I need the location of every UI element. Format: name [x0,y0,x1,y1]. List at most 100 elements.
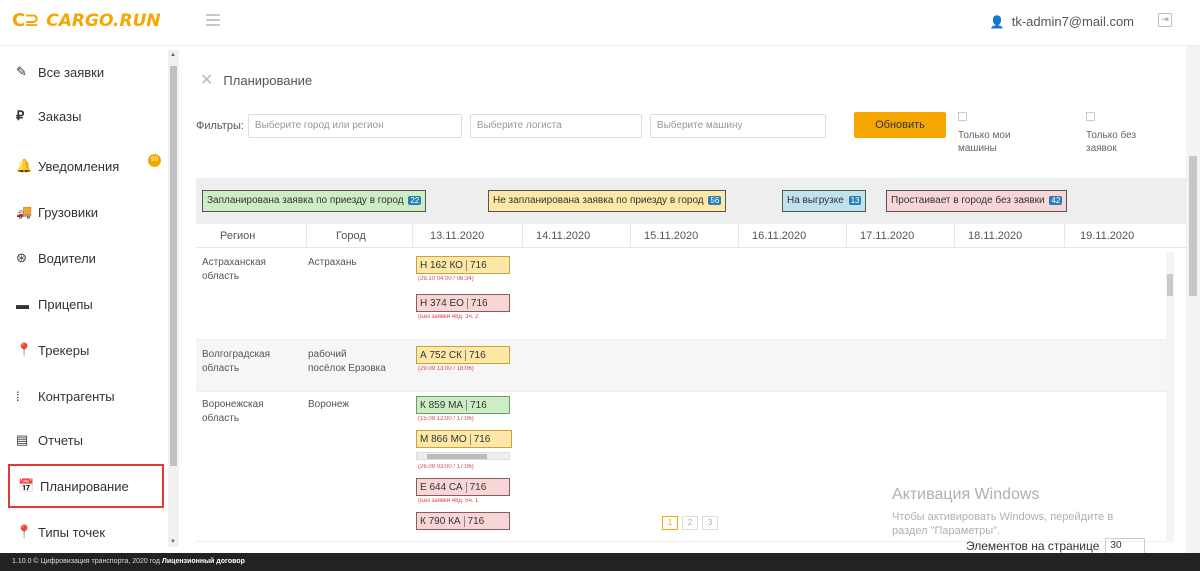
sidebar-item-all-orders[interactable]: ✎ Все заявки [0,50,166,94]
region-line1: Волгоградская [202,349,271,360]
sidebar-item-label: Грузовики [38,204,99,220]
region-line2: область [202,271,240,282]
page-button[interactable]: 1 [662,516,678,530]
contractor-icon: ⁞ [16,388,20,404]
table-vertical-scrollbar[interactable] [1166,252,1174,542]
truck-time: (29.10 04:00 / 06:34) [418,276,474,282]
truck-card[interactable]: К 790 КА 716 [416,512,510,530]
truck-region-code: 716 [466,399,490,411]
sidebar-item-planning[interactable]: 📅 Планирование [8,464,164,508]
checkbox-label-line2: заявок [1086,143,1117,154]
footer: 1.10.0 © Цифровизация транспорта, 2020 г… [0,553,1200,571]
hamburger-menu-icon[interactable] [206,14,220,26]
truck-card[interactable]: Н 162 КО 716 [416,256,510,274]
region-cell: Волгоградская область [202,348,270,376]
only-without-orders-checkbox[interactable]: Только без заявок [1086,112,1136,155]
legend-label: Запланирована заявка по приезду в город [207,195,404,206]
city-cell: Воронеж [308,398,349,412]
sidebar-item-label: Все заявки [38,64,105,80]
logo-mark-icon: C⊇ [12,10,39,31]
edit-icon: ✎ [16,64,27,79]
legend-count: 42 [1049,196,1063,205]
sidebar-item-trailers[interactable]: ▬ Прицепы [0,282,166,326]
page-button[interactable]: 2 [682,516,698,530]
sidebar-item-label: Уведомления [38,158,120,174]
scroll-down-icon[interactable]: ▼ [170,539,176,545]
top-header: C⊇ CARGO.RUN 👤 tk-admin7@mail.com ⇥ [0,0,1200,46]
sidebar-scroll-thumb[interactable] [170,66,177,466]
sidebar-item-reports[interactable]: ▤ Отчеты [0,418,166,462]
sidebar-item-contractors[interactable]: ⁞ Контрагенты [0,374,166,418]
truck-card[interactable]: М 866 МО 716 [416,430,512,448]
sidebar-item-point-types[interactable]: 📍 Типы точек [0,510,166,554]
sidebar-item-label: Планирование [40,478,129,494]
car-select[interactable]: Выберите машину [649,114,826,138]
scroll-up-icon[interactable]: ▲ [170,52,176,58]
sidebar-item-label: Заказы [38,108,82,124]
per-page-value: 30 [1110,540,1122,551]
report-icon: ▤ [16,432,29,447]
truck-time: (Без заявки 48д. 3ч. 2 [418,314,479,320]
sidebar-item-label: Контрагенты [38,388,115,404]
region-line1: Астраханская [202,257,266,268]
checkbox-box[interactable] [958,112,967,121]
truck-time: (Без заявки 48д. 5ч. 1 [418,498,479,504]
sidebar-item-orders[interactable]: ₽ Заказы [0,94,166,138]
map-marker-icon: 📍 [16,342,33,357]
table-scroll-thumb[interactable] [1167,274,1173,296]
logout-icon[interactable]: ⇥ [1158,13,1172,27]
legend-label: Простаивает в городе без заявки [891,195,1045,206]
watermark-title: Активация Windows [892,486,1040,503]
main-content: ✕ Планирование Фильтры: Выберите город и… [182,46,1200,554]
logist-select[interactable]: Выберите логиста [469,114,642,138]
bell-icon: 🔔 [16,158,33,173]
truck-plate: А 752 СК [420,349,462,361]
column-header-date: 19.11.2020 [1080,230,1135,242]
logo[interactable]: C⊇ CARGO.RUN [12,10,161,31]
user-account[interactable]: 👤 tk-admin7@mail.com [990,14,1134,29]
legend-label: На выгрузке [787,195,844,206]
region-cell: Воронежская область [202,398,264,426]
sidebar-item-label: Отчеты [38,432,83,448]
sidebar-item-notifications[interactable]: 🔔 Уведомления 99 [0,144,166,188]
legend-planned[interactable]: Запланирована заявка по приезду в город … [202,190,427,212]
logist-select-placeholder: Выберите логиста [476,120,562,131]
close-icon[interactable]: ✕ [200,70,213,90]
watermark-line1: Чтобы активировать Windows, перейдите в [892,511,1114,523]
sidebar-item-trackers[interactable]: 📍 Трекеры [0,328,166,372]
logo-text: CARGO.RUN [46,10,161,31]
page-button[interactable]: 3 [702,516,718,530]
truck-card[interactable]: Н 374 ЕО 716 [416,294,510,312]
license-link[interactable]: Лицензионный договор [162,558,245,565]
user-icon: 👤 [989,14,1005,29]
region-line2: область [202,363,240,374]
only-my-cars-checkbox[interactable]: Только мои машины [958,112,1011,155]
truck-card[interactable]: Е 644 СА 716 [416,478,510,496]
sidebar-item-trucks[interactable]: 🚚 Грузовики [0,190,166,234]
sidebar-scrollbar[interactable]: ▲ ▼ [168,50,179,547]
update-button[interactable]: Обновить [854,112,946,138]
truck-card[interactable]: К 859 МА 716 [416,396,510,414]
truck-region-code: 716 [465,481,490,493]
legend-not-planned[interactable]: Не запланирована заявка по приезду в гор… [488,190,727,212]
table-row: Волгоградская область рабочий посёлок Ер… [196,340,1171,392]
watermark-line2: раздел "Параметры". [892,525,1001,537]
per-page-select[interactable]: 30 [1105,538,1146,554]
truck-card[interactable]: А 752 СК 716 [416,346,510,364]
sidebar-item-label: Типы точек [38,524,106,540]
legend-label: Не запланирована заявка по приезду в гор… [493,195,704,206]
city-line1: рабочий [308,349,347,360]
legend-unloading[interactable]: На выгрузке 13 [782,190,867,212]
checkbox-box[interactable] [1086,112,1095,121]
main-scrollbar[interactable] [1186,46,1200,553]
legend-idle[interactable]: Простаивает в городе без заявки 42 [886,190,1068,212]
user-email: tk-admin7@mail.com [1011,14,1134,29]
column-header-date: 13.11.2020 [430,230,485,242]
city-select-placeholder: Выберите город или регион [254,120,384,131]
sidebar-item-drivers[interactable]: ⊛ Водители [0,236,166,280]
table-row: Астраханская область Астрахань Н 162 КО … [196,250,1171,340]
cell-horizontal-scrollbar[interactable] [416,452,510,460]
main-scroll-thumb[interactable] [1189,156,1197,296]
truck-region-code: 716 [466,297,491,309]
city-select[interactable]: Выберите город или регион [247,114,462,138]
